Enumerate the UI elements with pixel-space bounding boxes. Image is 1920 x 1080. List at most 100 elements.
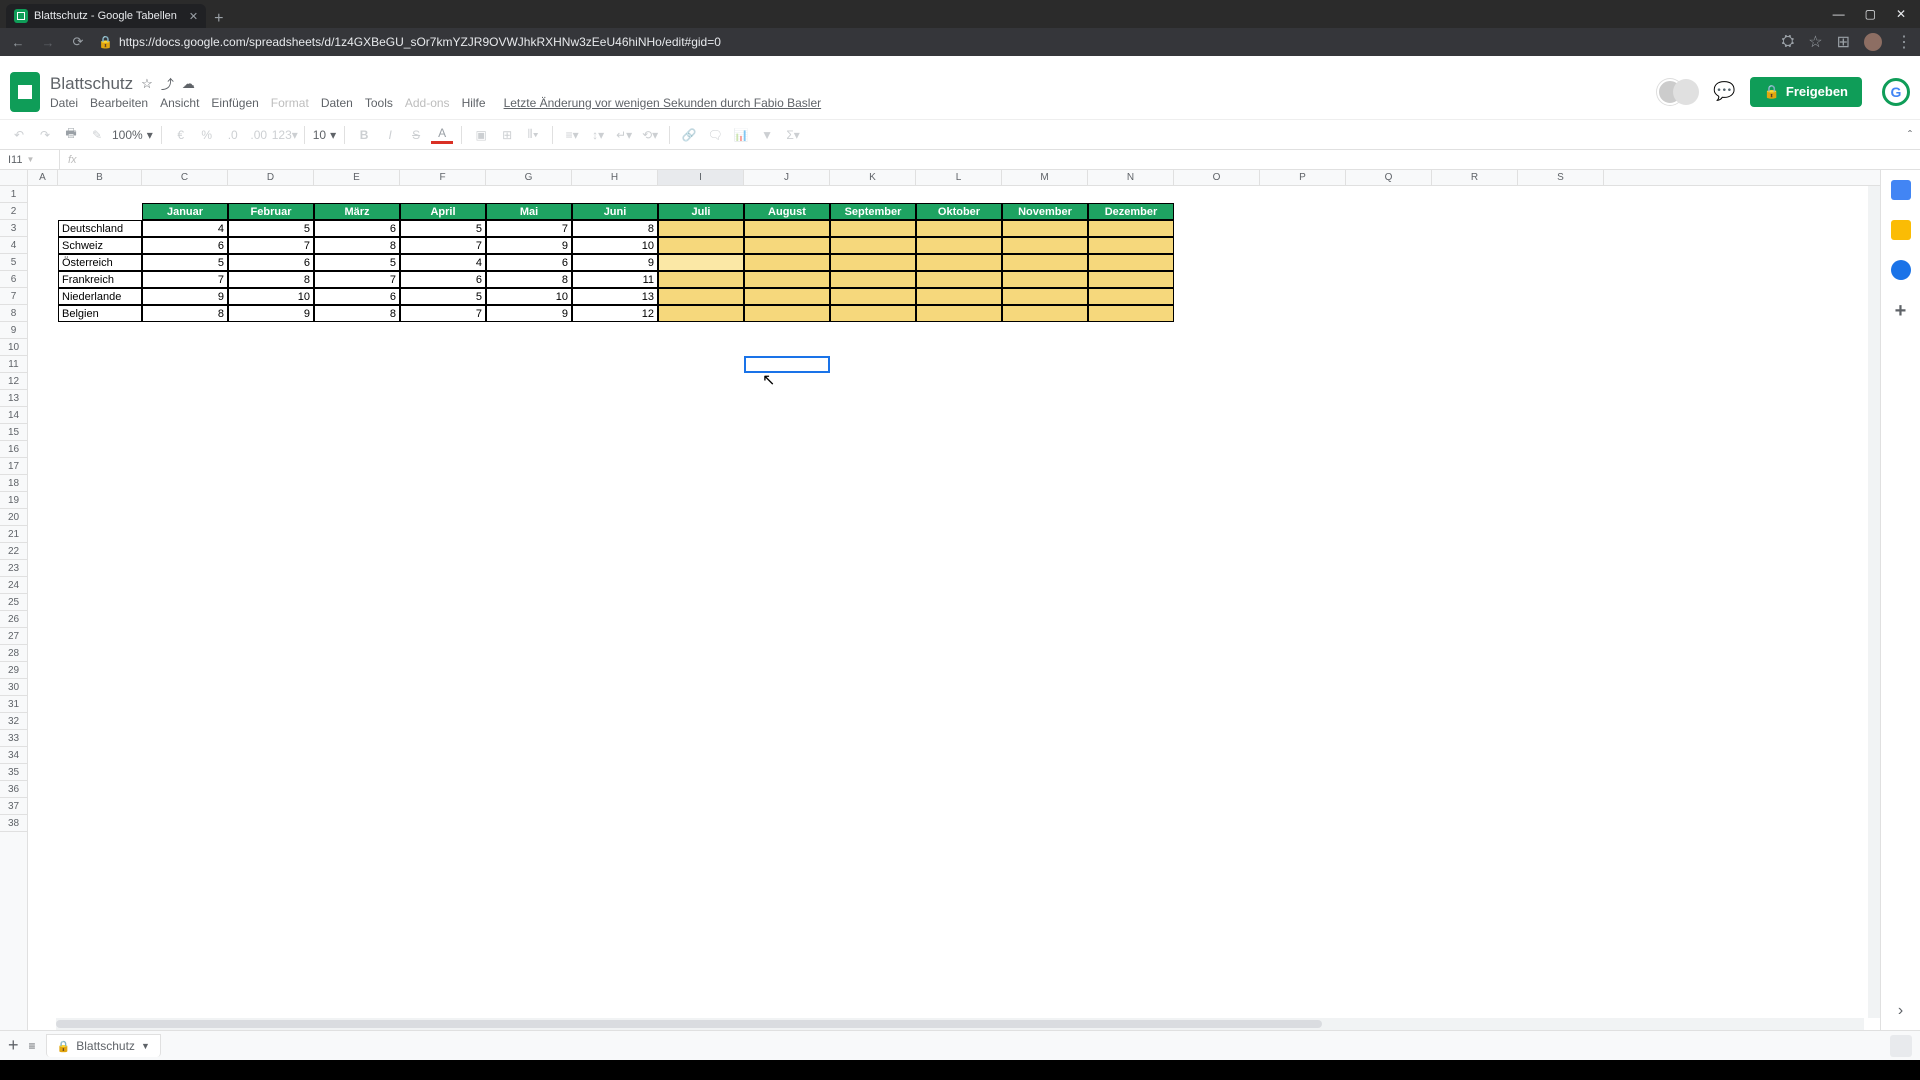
cell[interactable] — [28, 322, 58, 339]
cell[interactable] — [1088, 509, 1174, 526]
col-header-L[interactable]: L — [916, 170, 1002, 185]
cell[interactable] — [1432, 203, 1518, 220]
cell[interactable] — [1518, 441, 1604, 458]
cell[interactable]: 9 — [228, 305, 314, 322]
cell[interactable] — [58, 730, 142, 747]
cell[interactable] — [1174, 713, 1260, 730]
cell[interactable] — [400, 577, 486, 594]
cell[interactable] — [830, 441, 916, 458]
row-header[interactable]: 29 — [0, 662, 27, 679]
cell[interactable] — [1518, 322, 1604, 339]
cell[interactable] — [1260, 577, 1346, 594]
cell[interactable] — [28, 271, 58, 288]
cell[interactable] — [1432, 560, 1518, 577]
cell[interactable] — [1260, 407, 1346, 424]
cell[interactable] — [486, 798, 572, 815]
cell[interactable] — [58, 441, 142, 458]
cell[interactable] — [1346, 628, 1432, 645]
row-header[interactable]: 26 — [0, 611, 27, 628]
cell[interactable] — [228, 424, 314, 441]
cell[interactable] — [1260, 441, 1346, 458]
cell[interactable] — [400, 390, 486, 407]
translate-icon[interactable]: ⛭ — [1781, 33, 1794, 51]
cell[interactable]: 10 — [486, 288, 572, 305]
cell[interactable] — [658, 407, 744, 424]
cell[interactable] — [1174, 458, 1260, 475]
cell[interactable] — [58, 577, 142, 594]
cell[interactable] — [1518, 628, 1604, 645]
select-all-corner[interactable] — [0, 170, 27, 186]
cell[interactable] — [1002, 288, 1088, 305]
cell[interactable] — [228, 441, 314, 458]
cell[interactable] — [1432, 747, 1518, 764]
cell[interactable] — [486, 645, 572, 662]
cell[interactable] — [400, 509, 486, 526]
cell[interactable] — [658, 713, 744, 730]
comment-icon[interactable]: 🗨 — [704, 124, 726, 146]
cell[interactable] — [1260, 747, 1346, 764]
cell[interactable] — [1518, 271, 1604, 288]
cell[interactable] — [142, 679, 228, 696]
cell[interactable] — [58, 713, 142, 730]
cell[interactable] — [142, 475, 228, 492]
borders-icon[interactable]: ⊞ — [496, 124, 518, 146]
cell[interactable] — [58, 475, 142, 492]
cell[interactable] — [142, 407, 228, 424]
row-header[interactable]: 1 — [0, 186, 27, 203]
cell[interactable] — [228, 543, 314, 560]
cell[interactable] — [486, 679, 572, 696]
cell[interactable] — [486, 492, 572, 509]
col-header-G[interactable]: G — [486, 170, 572, 185]
print-icon[interactable]: 🖶 — [60, 124, 82, 146]
menu-bearbeiten[interactable]: Bearbeiten — [90, 96, 148, 110]
cell[interactable] — [1346, 730, 1432, 747]
cell[interactable] — [486, 594, 572, 611]
cell[interactable] — [400, 492, 486, 509]
cell[interactable] — [1260, 305, 1346, 322]
cell[interactable]: 4 — [142, 220, 228, 237]
cell[interactable] — [1260, 662, 1346, 679]
cell[interactable] — [1518, 373, 1604, 390]
cell[interactable] — [916, 339, 1002, 356]
cell[interactable] — [830, 815, 916, 832]
cell[interactable] — [400, 815, 486, 832]
cell[interactable] — [1088, 628, 1174, 645]
cell[interactable] — [1260, 288, 1346, 305]
cell[interactable]: 6 — [142, 237, 228, 254]
cell[interactable] — [28, 254, 58, 271]
cell[interactable] — [916, 356, 1002, 373]
row-header[interactable]: 36 — [0, 781, 27, 798]
cell[interactable]: April — [400, 203, 486, 220]
cell[interactable] — [1002, 747, 1088, 764]
cell[interactable] — [658, 441, 744, 458]
cell[interactable] — [1002, 781, 1088, 798]
cell[interactable] — [572, 526, 658, 543]
cell[interactable] — [400, 781, 486, 798]
cell[interactable] — [1002, 305, 1088, 322]
cell[interactable] — [142, 356, 228, 373]
menu-einfuegen[interactable]: Einfügen — [211, 96, 258, 110]
cell[interactable] — [1002, 339, 1088, 356]
cell[interactable] — [1518, 458, 1604, 475]
cell[interactable] — [28, 679, 58, 696]
cell[interactable] — [830, 577, 916, 594]
cell[interactable] — [1260, 373, 1346, 390]
cell[interactable] — [744, 390, 830, 407]
cell[interactable] — [744, 254, 830, 271]
row-header[interactable]: 37 — [0, 798, 27, 815]
cell[interactable] — [830, 560, 916, 577]
cell[interactable] — [1346, 339, 1432, 356]
cell[interactable] — [1432, 526, 1518, 543]
cell[interactable] — [1518, 237, 1604, 254]
cell[interactable] — [916, 611, 1002, 628]
cell[interactable] — [1432, 662, 1518, 679]
cell[interactable] — [486, 390, 572, 407]
cell[interactable] — [1174, 764, 1260, 781]
cell[interactable] — [1174, 254, 1260, 271]
cell[interactable] — [1260, 203, 1346, 220]
address-bar[interactable]: 🔒 https://docs.google.com/spreadsheets/d… — [98, 35, 721, 49]
cell[interactable] — [28, 203, 58, 220]
cell[interactable] — [314, 441, 400, 458]
cell[interactable] — [1346, 594, 1432, 611]
cell[interactable] — [830, 696, 916, 713]
